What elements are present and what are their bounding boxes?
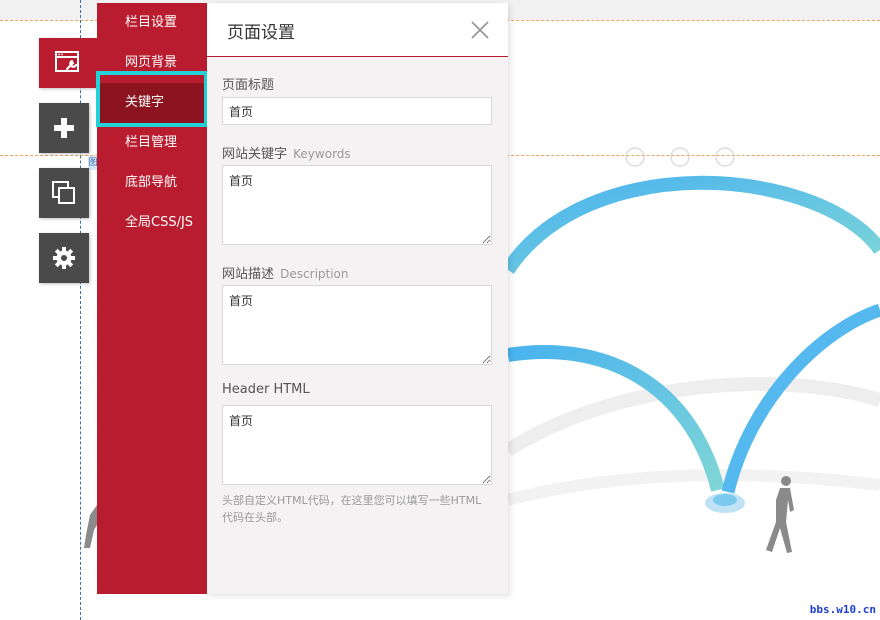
close-icon bbox=[470, 21, 490, 44]
settings-nav: 栏目设置 网页背景 关键字 栏目管理 底部导航 全局CSS/JS bbox=[97, 3, 207, 594]
page-title-label: 页面标题 bbox=[222, 74, 274, 93]
slider-dot[interactable] bbox=[670, 147, 690, 167]
header-html-label: Header HTML bbox=[222, 382, 310, 397]
layers-button[interactable] bbox=[39, 168, 89, 218]
header-html-hint: 头部自定义HTML代码，在这里您可以填写一些HTML代码在头部。 bbox=[222, 494, 482, 524]
bg-arc bbox=[506, 469, 880, 506]
nav-item-footer-nav[interactable]: 底部导航 bbox=[97, 163, 207, 203]
keywords-label-text: 网站关键字 bbox=[222, 147, 288, 162]
keywords-label: 网站关键字 Keywords bbox=[222, 143, 351, 162]
description-label: 网站描述 Description bbox=[222, 263, 349, 282]
description-label-text: 网站描述 bbox=[222, 267, 275, 282]
page-title-input[interactable] bbox=[222, 97, 492, 125]
window-wrench-icon bbox=[55, 51, 81, 75]
big-arc bbox=[502, 175, 880, 274]
partial-figure-icon bbox=[84, 505, 97, 548]
walking-figure-icon bbox=[766, 476, 794, 553]
description-label-en: Description bbox=[280, 267, 349, 281]
settings-button[interactable] bbox=[39, 233, 89, 283]
nav-item-column-settings[interactable]: 栏目设置 bbox=[97, 3, 207, 43]
panel-header: 页面设置 bbox=[207, 3, 508, 57]
close-button[interactable] bbox=[470, 20, 490, 40]
guide-line-left bbox=[80, 0, 81, 620]
panel-title: 页面设置 bbox=[227, 23, 295, 43]
header-html-textarea[interactable]: 首页 bbox=[222, 405, 492, 485]
arc-node-core bbox=[713, 494, 737, 506]
copy-icon bbox=[51, 180, 77, 206]
page-settings-panel: 页面设置 页面标题 网站关键字 Keywords 首页 网站描述 Descrip… bbox=[207, 3, 508, 594]
keywords-label-en: Keywords bbox=[293, 147, 351, 161]
plus-icon bbox=[53, 117, 75, 139]
watermark: bbs.w10.cn bbox=[809, 603, 876, 616]
add-button[interactable] bbox=[39, 103, 89, 153]
slider-dot[interactable] bbox=[715, 147, 735, 167]
keywords-textarea[interactable]: 首页 bbox=[222, 165, 492, 245]
page-title-label-text: 页面标题 bbox=[222, 78, 275, 93]
mid-arc bbox=[506, 345, 725, 492]
header-html-label-text: Header HTML bbox=[222, 382, 310, 397]
nav-item-keywords[interactable]: 关键字 bbox=[97, 83, 207, 123]
description-textarea[interactable]: 首页 bbox=[222, 285, 492, 365]
gear-icon bbox=[52, 246, 76, 270]
nav-item-global-css-js[interactable]: 全局CSS/JS bbox=[97, 203, 207, 243]
nav-item-column-management[interactable]: 栏目管理 bbox=[97, 123, 207, 163]
nav-item-page-background[interactable]: 网页背景 bbox=[97, 43, 207, 83]
page-settings-button[interactable] bbox=[39, 38, 97, 88]
slider-dot[interactable] bbox=[625, 147, 645, 167]
